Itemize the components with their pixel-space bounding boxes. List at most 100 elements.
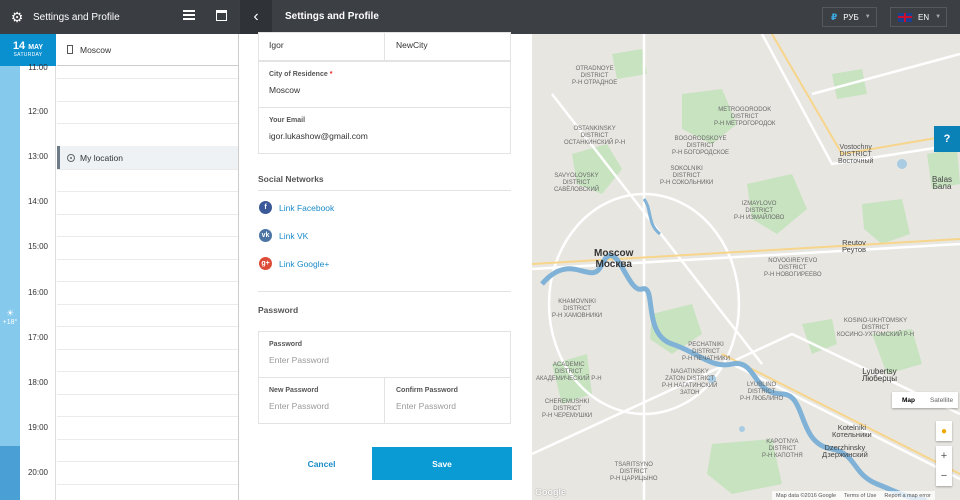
link-facebook[interactable]: f Link Facebook [259,201,334,214]
map-label: LYUBLINO DISTRICT Р-Н ЛЮБЛИНО [740,382,784,402]
town-label: Reutov Реутов [842,238,867,254]
link-vk-label: Link VK [279,230,309,241]
event-my-location[interactable]: My location [57,146,238,169]
map-label: NOVOGIREYEVO DISTRICT Р-Н НОВОГИРЕЕВО [764,258,822,278]
grid-line [57,461,238,462]
grid-line [57,349,238,350]
gear-icon[interactable]: ⚙ [10,10,24,24]
link-vk[interactable]: vk Link VK [259,229,308,242]
date-badge[interactable]: 14 MAY SATURDAY [0,34,56,66]
hour-label: 19:00 [27,423,49,432]
link-google[interactable]: g+ Link Google+ [259,257,329,270]
new-password-input[interactable]: Enter Password [269,401,374,411]
required-marker: * [329,71,333,78]
event-label: My location [80,152,123,163]
zoom-control: + − [936,446,952,486]
google-logo: Google [535,487,566,497]
location-target-icon [67,153,75,162]
map-view[interactable]: OTRADNOYE DISTRICT Р-Н ОТРАДНОЕ METROGOROD… [532,34,960,500]
save-button[interactable]: Save [372,447,512,480]
hour-label: 12:00 [27,107,49,116]
zoom-out-button[interactable]: − [936,466,952,486]
building-icon [67,45,73,54]
email-label: Your Email [269,117,306,124]
cancel-button[interactable]: Cancel [289,447,354,480]
city-label: City of Residence * [269,71,500,78]
temperature: +18° [2,319,18,326]
calendar-icon[interactable] [216,10,227,21]
email-field[interactable]: Your Email igor.lukashow@gmail.com [258,107,511,154]
help-button[interactable]: ? [934,126,960,152]
hour-label: 11:00 [28,63,48,72]
divider [258,190,511,191]
link-google-label: Link Google+ [279,258,330,269]
town-label: Kotelniki Котельники [832,423,872,439]
city-name-en: Moscow [594,248,634,259]
hour-label: 15:00 [27,242,49,251]
menu-icon[interactable] [183,10,195,22]
grid-line [57,371,238,372]
facebook-icon: f [259,201,272,214]
new-password-field[interactable]: New Password Enter Password [259,378,385,423]
map-label: METROGORODOK DISTRICT Р-Н МЕТРОГОРОДОК [714,107,776,127]
app-window: ⚙ Settings and Profile ‹ Settings and Pr… [0,0,960,500]
weather-indicator: ☀ +18° [0,308,20,326]
link-facebook-label: Link Facebook [279,202,335,213]
password-heading: Password [258,305,299,315]
terms-link[interactable]: Terms of Use [844,493,876,499]
hour-label: 14:00 [27,197,49,206]
map-label: KAPOTNYA DISTRICT Р-Н КАПОТНЯ [762,439,803,459]
town-label: Lyubertsy Люберцы [862,367,897,383]
map-label: TSARITSYNO DISTRICT Р-Н ЦАРИЦЫНО [610,462,658,482]
weather-strip-dark [0,446,20,500]
city-field[interactable]: City of Residence * Moscow [258,61,511,108]
map-label: BOGORODSKOYE DISTRICT Р-Н БОГОРОДСКОЕ [672,136,730,156]
zoom-in-button[interactable]: + [936,446,952,466]
social-networks-heading: Social Networks [258,174,324,184]
confirm-password-input[interactable]: Enter Password [396,401,500,411]
map-label: KOSINO-UKHTOMSKY DISTRICT КОСИНО-УХТОМСКИЙ… [837,318,915,338]
hour-label: 16:00 [27,288,49,297]
grid-line [57,304,238,305]
events-column: Moscow My location [57,34,238,500]
grid-line [57,416,238,417]
password-field[interactable]: Password Enter Password [259,332,510,378]
map-label: PECHATNIKI DISTRICT Р-Н ПЕЧАТНИКИ [682,342,730,362]
currency-select[interactable]: ₽ РУБ ▼ [822,7,877,27]
password-label: Password [269,341,303,348]
last-name-field[interactable]: NewCity [386,33,510,60]
map-type-control: Map Satellite [892,392,958,408]
grid-line [57,439,238,440]
map-label: OTRADNOYE DISTRICT Р-Н ОТРАДНОЕ [572,66,618,86]
date-weekday: SATURDAY [13,52,43,58]
grid-line [57,259,238,260]
map-label: ACADEMIC DISTRICT АКАДЕМИЧЕСКИЙ Р-Н [536,362,602,382]
hour-label: 18:00 [27,378,49,387]
grid-line [57,236,238,237]
pegman-icon[interactable]: ● [936,421,952,441]
first-name-field[interactable]: Igor [259,33,385,60]
back-button[interactable]: ‹ [240,0,272,34]
first-name-value: Igor [269,40,284,50]
sun-icon: ☀ [5,308,15,318]
town-label: Dzerzhinsky Дзержинский [822,443,868,459]
chevron-down-icon: ▼ [935,14,942,20]
currency-value: РУБ [843,12,859,22]
password-input[interactable]: Enter Password [269,355,500,365]
report-error-link[interactable]: Report a map error [884,493,930,499]
grid-line [57,281,238,282]
sidebar-title: Settings and Profile [33,11,120,23]
confirm-password-field[interactable]: Confirm Password Enter Password [386,378,510,423]
grid-line [57,78,238,79]
town-label: Vostochny DISTRICT Восточный [838,144,874,165]
sidebar-header: ⚙ Settings and Profile [0,0,239,34]
map-attribution: Map data ©2016 Google Terms of Use Repor… [772,491,935,500]
language-select[interactable]: EN ▼ [890,7,947,27]
map-type-map[interactable]: Map [892,392,925,408]
map-type-satellite[interactable]: Satellite [925,392,958,408]
uk-flag-icon [898,12,912,22]
language-value: EN [918,12,930,22]
location-header[interactable]: Moscow [57,34,238,66]
name-fields: Igor NewCity [258,32,511,61]
map-label: NAGATINSKY ZATON DISTRICT Р-Н НАГАТИНСКИЙ З… [662,369,718,396]
